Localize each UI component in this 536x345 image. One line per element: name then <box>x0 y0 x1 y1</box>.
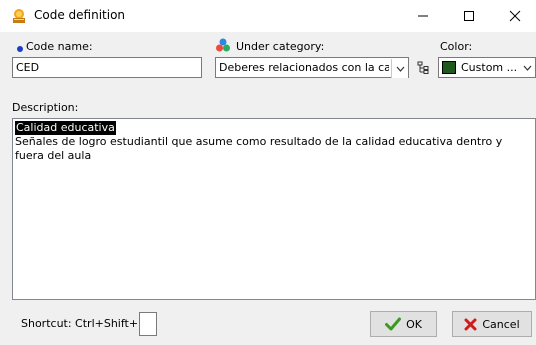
category-tree-button[interactable] <box>414 57 432 78</box>
color-value: Custom ... <box>461 61 518 74</box>
cancel-label: Cancel <box>482 317 520 331</box>
close-icon <box>509 10 521 22</box>
color-chevron-down-icon <box>523 65 532 71</box>
shortcut-label: Shortcut: Ctrl+Shift+ <box>21 317 139 330</box>
maximize-icon <box>464 11 474 21</box>
chevron-down-icon <box>396 66 404 72</box>
app-icon <box>11 8 27 24</box>
color-select[interactable]: Custom ... <box>438 57 536 78</box>
title-bar: Code definition <box>0 0 536 32</box>
color-swatch <box>442 61 456 74</box>
close-button[interactable] <box>492 0 536 32</box>
code-name-bullet-icon <box>16 43 24 56</box>
category-icon <box>215 37 231 56</box>
code-definition-dialog: Code definition Code name: CED Under cat… <box>0 0 536 345</box>
minimize-button[interactable] <box>400 0 446 32</box>
checkmark-icon <box>385 317 402 331</box>
cancel-button[interactable]: Cancel <box>452 311 532 337</box>
category-dropdown-button[interactable] <box>391 59 408 78</box>
shortcut-key-input[interactable] <box>139 312 157 336</box>
ok-button[interactable]: OK <box>370 311 437 337</box>
code-name-value: CED <box>16 61 40 74</box>
code-name-input[interactable]: CED <box>12 57 202 78</box>
code-name-label: Code name: <box>26 40 93 53</box>
cancel-x-icon <box>464 318 477 330</box>
description-textarea[interactable]: Calidad educativa Señales de logro estud… <box>12 118 536 300</box>
description-selected-title: Calidad educativa <box>15 121 116 135</box>
ok-label: OK <box>406 317 422 331</box>
category-value: Deberes relacionados con la ca <box>219 61 389 74</box>
minimize-icon <box>418 15 428 17</box>
window-title: Code definition <box>34 8 126 22</box>
hierarchy-icon <box>417 61 429 74</box>
color-label: Color: <box>440 40 473 53</box>
category-label: Under category: <box>236 40 325 53</box>
category-select[interactable]: Deberes relacionados con la ca <box>215 57 409 78</box>
description-label: Description: <box>12 101 79 114</box>
maximize-button[interactable] <box>446 0 492 32</box>
description-body: Señales de logro estudiantil que asume c… <box>15 135 503 162</box>
